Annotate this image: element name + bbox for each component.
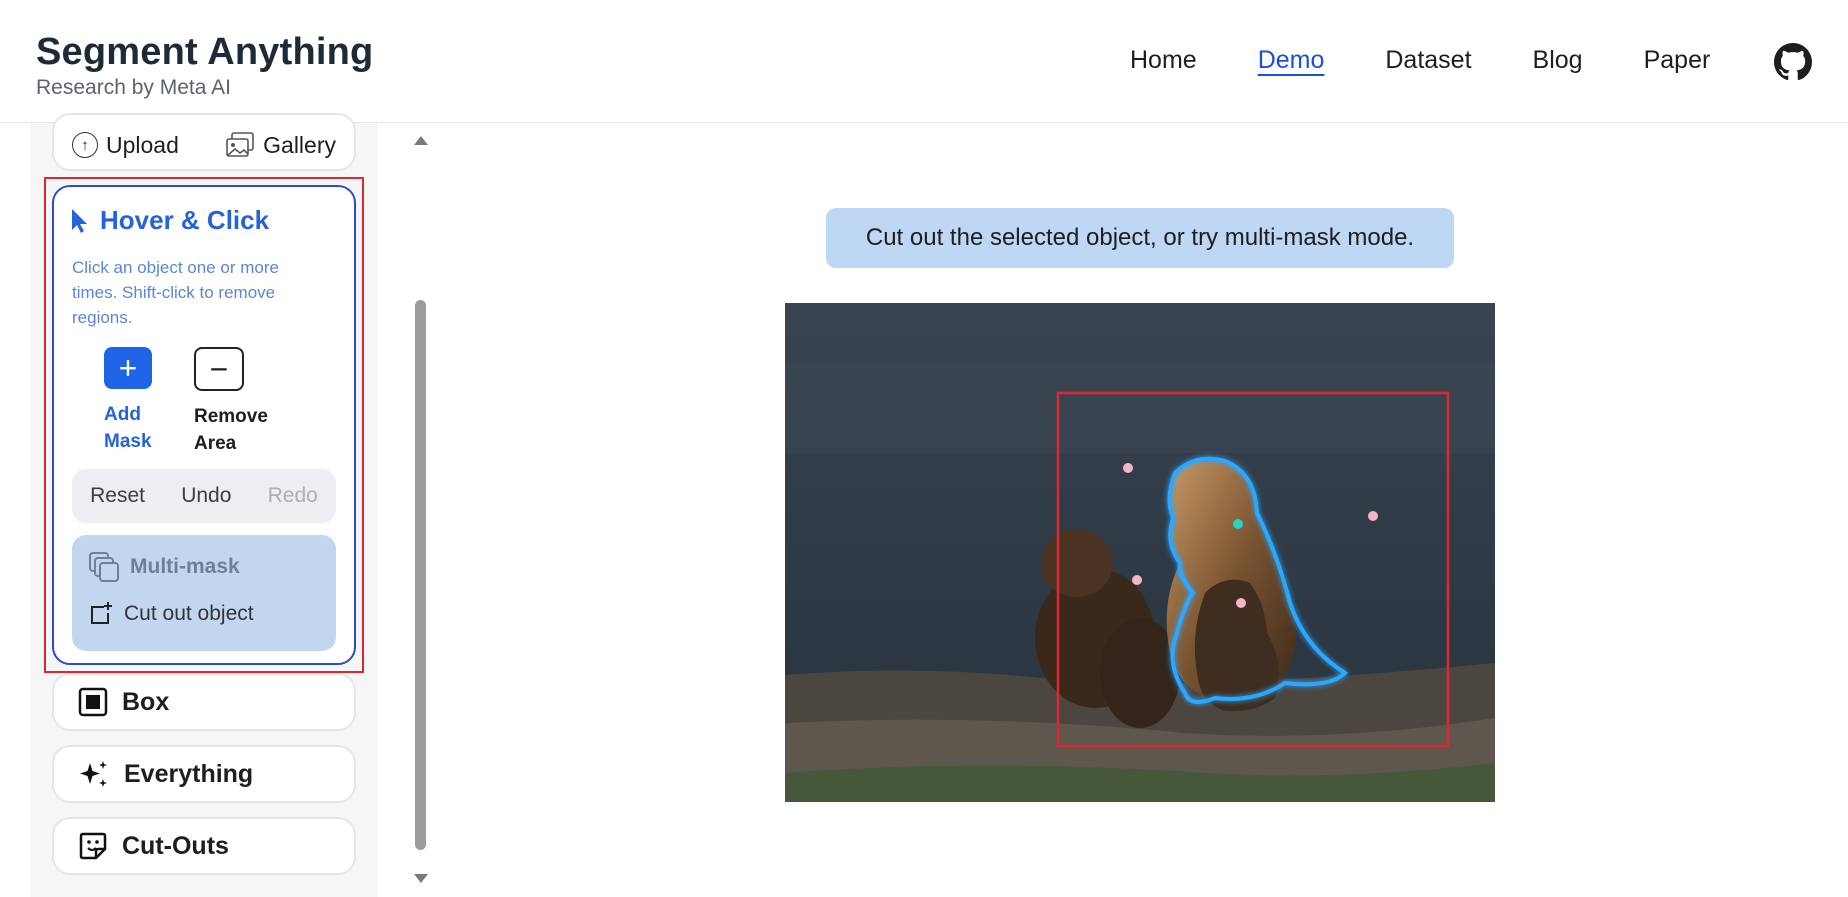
add-mask-label-2: Mask xyxy=(104,431,152,452)
hover-click-description: Click an object one or more times. Shift… xyxy=(72,258,279,327)
remove-area-label-2: Area xyxy=(194,433,237,454)
multi-mask-icon xyxy=(89,552,119,582)
github-icon[interactable] xyxy=(1774,43,1812,81)
top-header: Segment Anything Research by Meta AI Hom… xyxy=(0,0,1848,123)
box-tool-card[interactable]: Box xyxy=(52,673,356,731)
upload-label: Upload xyxy=(106,131,179,158)
nav-paper[interactable]: Paper xyxy=(1644,46,1711,75)
upload-button[interactable]: ↑ Upload xyxy=(72,131,179,159)
main-nav: Home Demo Dataset Blog Paper xyxy=(1130,46,1771,75)
instruction-tip: Cut out the selected object, or try mult… xyxy=(826,208,1454,268)
plus-icon: + xyxy=(104,347,152,389)
cut-out-label: Cut out object xyxy=(124,602,254,625)
box-label: Box xyxy=(122,687,170,716)
upload-gallery-card: ↑ Upload Gallery xyxy=(52,113,356,171)
box-icon xyxy=(78,687,108,717)
sticker-icon xyxy=(79,832,107,860)
gallery-button[interactable]: Gallery xyxy=(225,131,336,159)
scroll-up-arrow[interactable] xyxy=(414,136,428,145)
mask-options-panel: Multi-mask Cut out object xyxy=(72,535,336,651)
nav-demo[interactable]: Demo xyxy=(1258,46,1325,75)
add-mask-label-1: Add xyxy=(104,404,141,425)
bear-photo xyxy=(785,303,1495,802)
undo-button[interactable]: Undo xyxy=(181,484,231,508)
brand[interactable]: Segment Anything Research by Meta AI xyxy=(36,30,373,100)
brand-title: Segment Anything xyxy=(36,31,374,73)
add-mask-button[interactable]: + Add Mask xyxy=(104,347,152,455)
minus-icon: − xyxy=(194,347,244,391)
hover-click-card[interactable]: Hover & Click Click an object one or mor… xyxy=(52,185,356,665)
cut-outs-tool-card[interactable]: Cut-Outs xyxy=(52,817,356,875)
cut-out-icon xyxy=(91,602,112,624)
gallery-label: Gallery xyxy=(263,131,336,158)
redo-button[interactable]: Redo xyxy=(268,484,318,508)
nav-dataset[interactable]: Dataset xyxy=(1385,46,1471,75)
cursor-icon xyxy=(72,208,87,233)
everything-label: Everything xyxy=(124,759,254,788)
cut-outs-label: Cut-Outs xyxy=(122,831,229,860)
brand-subtitle: Research by Meta AI xyxy=(36,76,231,99)
nav-home[interactable]: Home xyxy=(1130,46,1197,75)
everything-tool-card[interactable]: Everything xyxy=(52,745,356,803)
tool-sidebar: ↑ Upload Gallery Hover & Click Click an … xyxy=(30,113,378,897)
history-actions: Reset Undo Redo xyxy=(72,469,336,523)
remove-area-button[interactable]: − Remove Area xyxy=(194,347,268,457)
image-canvas[interactable] xyxy=(785,303,1495,802)
hover-click-title: Hover & Click xyxy=(100,205,270,235)
remove-area-label-1: Remove xyxy=(194,406,268,427)
nav-blog[interactable]: Blog xyxy=(1533,46,1583,75)
scroll-down-arrow[interactable] xyxy=(414,874,428,883)
reset-button[interactable]: Reset xyxy=(90,484,145,508)
sidebar-scrollbar-thumb[interactable] xyxy=(415,300,426,850)
multi-mask-button[interactable]: Multi-mask xyxy=(88,551,240,583)
multi-mask-label: Multi-mask xyxy=(130,555,240,578)
cut-out-object-button[interactable]: Cut out object xyxy=(88,601,254,627)
sparkles-icon xyxy=(80,761,107,787)
gallery-icon xyxy=(226,132,254,157)
upload-arrow-icon: ↑ xyxy=(72,132,98,158)
